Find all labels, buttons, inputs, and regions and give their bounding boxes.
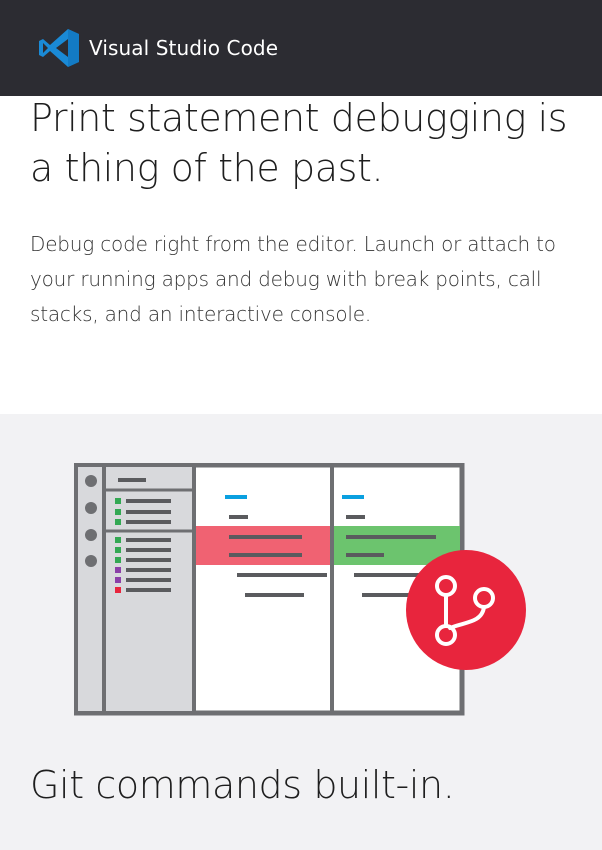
git-branch-icon: [406, 550, 526, 670]
git-illustration: [74, 463, 526, 716]
brand-name[interactable]: Visual Studio Code: [89, 34, 278, 62]
git-heading: Git commands built-in.: [30, 763, 455, 807]
debug-description: Debug code right from the editor. Launch…: [30, 232, 556, 326]
vscode-logo-icon[interactable]: [38, 28, 80, 68]
top-header: Visual Studio Code: [0, 0, 602, 96]
debug-heading: Print statement debugging is a thing of …: [30, 96, 568, 190]
